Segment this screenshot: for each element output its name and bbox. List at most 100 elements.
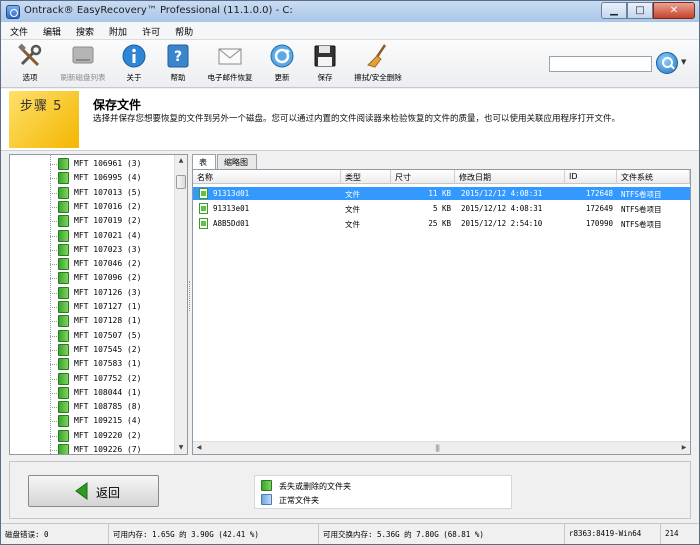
tree-item[interactable]: MFT 107127 (1) xyxy=(10,300,175,314)
tree-item[interactable]: MFT 107013 (5) xyxy=(10,186,175,200)
back-button[interactable]: 返回 xyxy=(28,475,159,507)
tree-connector xyxy=(50,321,57,323)
email-recovery-button[interactable]: 电子邮件恢复 xyxy=(203,43,257,85)
save-button[interactable]: 保存 xyxy=(311,43,339,85)
column-filesystem[interactable]: 文件系统 xyxy=(617,170,690,184)
tree-item[interactable]: MFT 107046 (2) xyxy=(10,257,175,271)
column-id[interactable]: ID xyxy=(565,170,617,184)
tree-item[interactable]: MFT 109220 (2) xyxy=(10,429,175,443)
tree-item[interactable]: MFT 107016 (2) xyxy=(10,200,175,214)
column-name[interactable]: 名称 xyxy=(193,170,341,184)
scroll-up-icon[interactable]: ▲ xyxy=(175,155,187,167)
tree-connector xyxy=(50,407,57,409)
tree-item[interactable]: MFT 106995 (4) xyxy=(10,171,175,185)
blue-folder-icon xyxy=(261,494,272,505)
tree-connector xyxy=(50,164,57,165)
title-bar: Ontrack® EasyRecovery™ Professional (11.… xyxy=(1,1,699,22)
close-button[interactable]: ✕ xyxy=(653,2,695,19)
tree-item-label: MFT 107128 (1) xyxy=(74,316,142,326)
tree-item[interactable]: MFT 107507 (5) xyxy=(10,329,175,343)
scroll-down-icon[interactable]: ▼ xyxy=(175,442,187,454)
help-button[interactable]: ? 帮助 xyxy=(163,43,193,85)
tab-table[interactable]: 表 xyxy=(192,154,216,170)
folder-tree[interactable]: MFT 106961 (3) MFT 106995 (4) MFT 107013 (… xyxy=(9,154,188,455)
refresh-disks-button[interactable]: 刷新磁盘列表 xyxy=(55,43,111,85)
tree-item[interactable]: MFT 107545 (2) xyxy=(10,343,175,357)
options-label: 选项 xyxy=(22,73,38,82)
tree-item[interactable]: MFT 107021 (4) xyxy=(10,229,175,243)
column-size[interactable]: 尺寸 xyxy=(391,170,455,184)
tree-item[interactable]: MFT 107023 (3) xyxy=(10,243,175,257)
column-type[interactable]: 类型 xyxy=(341,170,391,184)
menu-file[interactable]: 文件 xyxy=(1,22,34,39)
tree-connector xyxy=(50,206,57,208)
tree-item-label: MFT 107752 (2) xyxy=(74,373,142,383)
search-input[interactable] xyxy=(549,56,652,72)
maximize-button[interactable]: □ xyxy=(627,2,653,19)
legend-deleted-label: 丢失或删除的文件夹 xyxy=(279,482,351,491)
file-id: 172648 xyxy=(585,189,613,198)
tree-item[interactable]: MFT 109226 (7) xyxy=(10,443,175,454)
window-title: Ontrack® EasyRecovery™ Professional (11.… xyxy=(24,5,293,16)
step-banner: 步骤 5 保存文件 选择并保存您想要恢复的文件到另外一个磁盘。您可以通过内置的文… xyxy=(1,89,699,151)
tree-item[interactable]: MFT 108044 (1) xyxy=(10,386,175,400)
file-icon xyxy=(199,218,208,229)
tree-item[interactable]: MFT 107752 (2) xyxy=(10,372,175,386)
scroll-left-icon[interactable]: ◀ xyxy=(193,442,205,454)
tree-item[interactable]: MFT 108785 (8) xyxy=(10,400,175,414)
deleted-folder-icon xyxy=(58,186,69,199)
minimize-button[interactable]: ▁ xyxy=(601,2,627,19)
menu-license[interactable]: 许可 xyxy=(133,22,166,39)
about-label: 关于 xyxy=(126,73,142,82)
file-list[interactable]: 名称 类型 尺寸 修改日期 ID 文件系统 91313d01 文件 11 KB 201… xyxy=(192,169,691,455)
help-label: 帮助 xyxy=(170,73,186,82)
about-button[interactable]: 关于 xyxy=(119,43,149,85)
menu-help[interactable]: 帮助 xyxy=(166,22,199,39)
search-icon[interactable] xyxy=(656,52,678,74)
step-badge: 步骤 5 xyxy=(9,91,79,148)
search-dropdown-icon[interactable]: ▼ xyxy=(681,58,686,66)
file-name: A8B5Dd01 xyxy=(213,219,250,228)
step-number: 步骤 5 xyxy=(20,99,63,114)
menu-edit[interactable]: 编辑 xyxy=(34,22,67,39)
tree-item[interactable]: MFT 107019 (2) xyxy=(10,214,175,228)
menu-search[interactable]: 搜索 xyxy=(67,22,100,39)
scroll-right-icon[interactable]: ▶ xyxy=(678,442,690,454)
deleted-folder-icon xyxy=(58,272,69,285)
column-modified[interactable]: 修改日期 xyxy=(455,170,565,184)
options-button[interactable]: 选项 xyxy=(13,43,47,85)
floppy-icon xyxy=(312,43,338,69)
tree-scrollbar[interactable]: ▲ ▼ xyxy=(174,155,187,454)
file-row[interactable]: 91313e01 文件 5 KB 2015/12/12 4:08:31 172649 NT… xyxy=(193,202,690,215)
deleted-folder-icon xyxy=(58,444,69,454)
tree-item[interactable]: MFT 107126 (3) xyxy=(10,286,175,300)
file-size: 25 KB xyxy=(428,219,451,228)
deleted-folder-icon xyxy=(58,258,69,271)
tree-item[interactable]: MFT 107583 (1) xyxy=(10,357,175,371)
tree-item[interactable]: MFT 107096 (2) xyxy=(10,271,175,285)
file-type: 文件 xyxy=(345,205,360,214)
tab-thumbnails[interactable]: 缩略图 xyxy=(217,154,257,169)
tree-connector xyxy=(50,378,57,380)
menu-extras[interactable]: 附加 xyxy=(100,22,133,39)
save-label: 保存 xyxy=(317,73,333,82)
file-row[interactable]: 91313d01 文件 11 KB 2015/12/12 4:08:31 172648 N… xyxy=(193,187,690,200)
file-id: 172649 xyxy=(585,204,613,213)
tree-item[interactable]: MFT 109215 (4) xyxy=(10,414,175,428)
update-button[interactable]: 更新 xyxy=(267,43,297,85)
tree-item-label: MFT 107016 (2) xyxy=(74,201,142,211)
file-row[interactable]: A8B5Dd01 文件 25 KB 2015/12/12 2:54:10 170990 N… xyxy=(193,217,690,230)
wipe-button[interactable]: 擦拭/安全删除 xyxy=(347,43,409,85)
tree-item[interactable]: MFT 106961 (3) xyxy=(10,157,175,171)
update-label: 更新 xyxy=(274,73,290,82)
scroll-thumb[interactable] xyxy=(176,175,186,189)
tree-item-label: MFT 107046 (2) xyxy=(74,259,142,269)
tree-connector xyxy=(50,249,57,251)
navigation-area: 返回 丢失或删除的文件夹 正常文件夹 xyxy=(9,461,691,519)
deleted-folder-icon xyxy=(58,358,69,371)
tree-item-label: MFT 107126 (3) xyxy=(74,287,142,297)
list-hscrollbar[interactable]: ◀ ||| ▶ xyxy=(193,441,690,454)
scroll-grip[interactable]: ||| xyxy=(435,444,440,452)
tree-item[interactable]: MFT 107128 (1) xyxy=(10,314,175,328)
tree-connector xyxy=(50,178,57,180)
